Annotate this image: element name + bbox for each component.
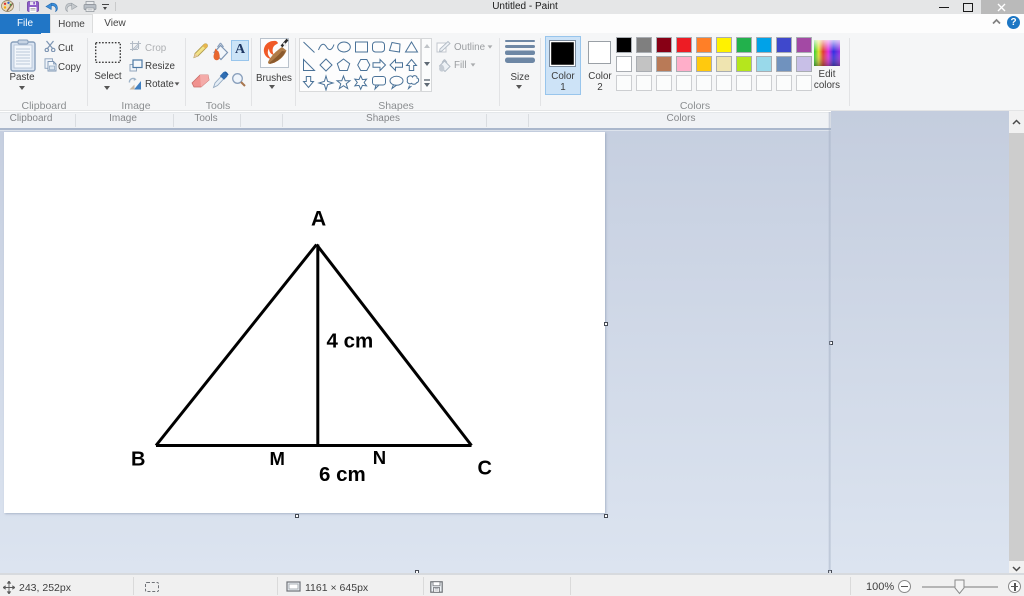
- svg-text:M: M: [270, 448, 285, 469]
- svg-text:N: N: [373, 447, 386, 468]
- svg-text:C: C: [478, 458, 492, 480]
- svg-text:A: A: [311, 208, 326, 231]
- svg-text:4 cm: 4 cm: [327, 330, 374, 353]
- svg-text:6 cm: 6 cm: [319, 463, 366, 486]
- svg-text:B: B: [131, 449, 145, 471]
